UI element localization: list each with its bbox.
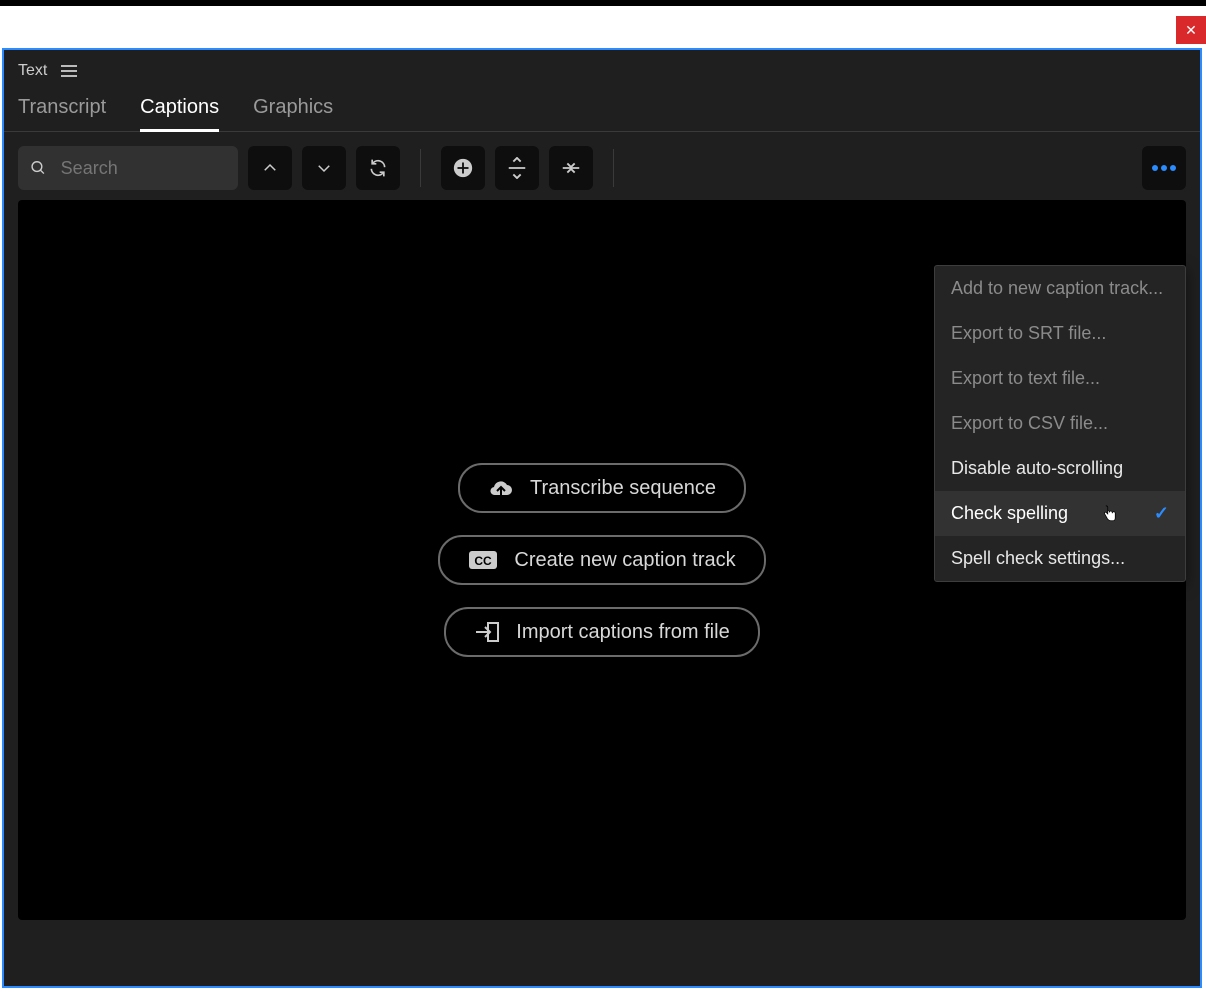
menu-export-text[interactable]: Export to text file...: [935, 356, 1185, 401]
menu-export-csv[interactable]: Export to CSV file...: [935, 401, 1185, 446]
add-caption-button[interactable]: [441, 146, 485, 190]
toolbar-divider-2: [613, 149, 614, 187]
text-panel: Text Transcript Captions Graphics: [2, 48, 1202, 988]
menu-item-label: Check spelling: [951, 503, 1068, 524]
more-horizontal-icon: [1152, 165, 1176, 171]
menu-item-label: Export to CSV file...: [951, 413, 1108, 434]
search-icon: [30, 158, 47, 178]
menu-item-label: Spell check settings...: [951, 548, 1125, 569]
refresh-icon: [368, 158, 388, 178]
panel-title: Text: [18, 62, 47, 80]
menu-item-label: Disable auto-scrolling: [951, 458, 1123, 479]
panel-menu-icon[interactable]: [61, 65, 77, 77]
toolbar: [4, 132, 1200, 200]
menu-item-label: Export to text file...: [951, 368, 1100, 389]
merge-caption-button[interactable]: [549, 146, 593, 190]
replace-button[interactable]: [356, 146, 400, 190]
menu-disable-autoscroll[interactable]: Disable auto-scrolling: [935, 446, 1185, 491]
cc-icon: CC: [468, 550, 498, 570]
menu-export-srt[interactable]: Export to SRT file...: [935, 311, 1185, 356]
transcribe-sequence-button[interactable]: Transcribe sequence: [458, 463, 746, 513]
merge-icon: [560, 157, 582, 179]
split-icon: [506, 157, 528, 179]
close-icon: ✕: [1185, 22, 1197, 39]
panel-header: Text: [4, 50, 1200, 86]
close-button[interactable]: ✕: [1176, 16, 1206, 44]
menu-item-label: Export to SRT file...: [951, 323, 1106, 344]
tab-graphics[interactable]: Graphics: [253, 96, 333, 131]
import-captions-button[interactable]: Import captions from file: [444, 607, 759, 657]
more-options-menu: Add to new caption track... Export to SR…: [934, 265, 1186, 582]
plus-circle-icon: [452, 157, 474, 179]
chevron-up-icon: [261, 159, 279, 177]
tab-bar: Transcript Captions Graphics: [4, 86, 1200, 132]
search-box[interactable]: [18, 146, 238, 190]
svg-text:CC: CC: [475, 554, 493, 568]
more-options-button[interactable]: [1142, 146, 1186, 190]
import-label: Import captions from file: [516, 621, 729, 644]
tab-captions[interactable]: Captions: [140, 96, 219, 132]
cloud-upload-icon: [488, 477, 514, 499]
top-black-bar: [0, 0, 1206, 6]
menu-check-spelling[interactable]: Check spelling ✓: [935, 491, 1185, 536]
next-result-button[interactable]: [302, 146, 346, 190]
prev-result-button[interactable]: [248, 146, 292, 190]
chevron-down-icon: [315, 159, 333, 177]
import-icon: [474, 621, 500, 643]
toolbar-divider: [420, 149, 421, 187]
menu-add-to-new-track[interactable]: Add to new caption track...: [935, 266, 1185, 311]
transcribe-label: Transcribe sequence: [530, 477, 716, 500]
search-input[interactable]: [59, 157, 226, 180]
menu-item-label: Add to new caption track...: [951, 278, 1163, 299]
create-caption-track-button[interactable]: CC Create new caption track: [438, 535, 765, 585]
menu-spellcheck-settings[interactable]: Spell check settings...: [935, 536, 1185, 581]
cursor-hand-icon: [1101, 503, 1119, 525]
check-icon: ✓: [1154, 503, 1169, 524]
create-track-label: Create new caption track: [514, 549, 735, 572]
tab-transcript[interactable]: Transcript: [18, 96, 106, 131]
split-caption-button[interactable]: [495, 146, 539, 190]
